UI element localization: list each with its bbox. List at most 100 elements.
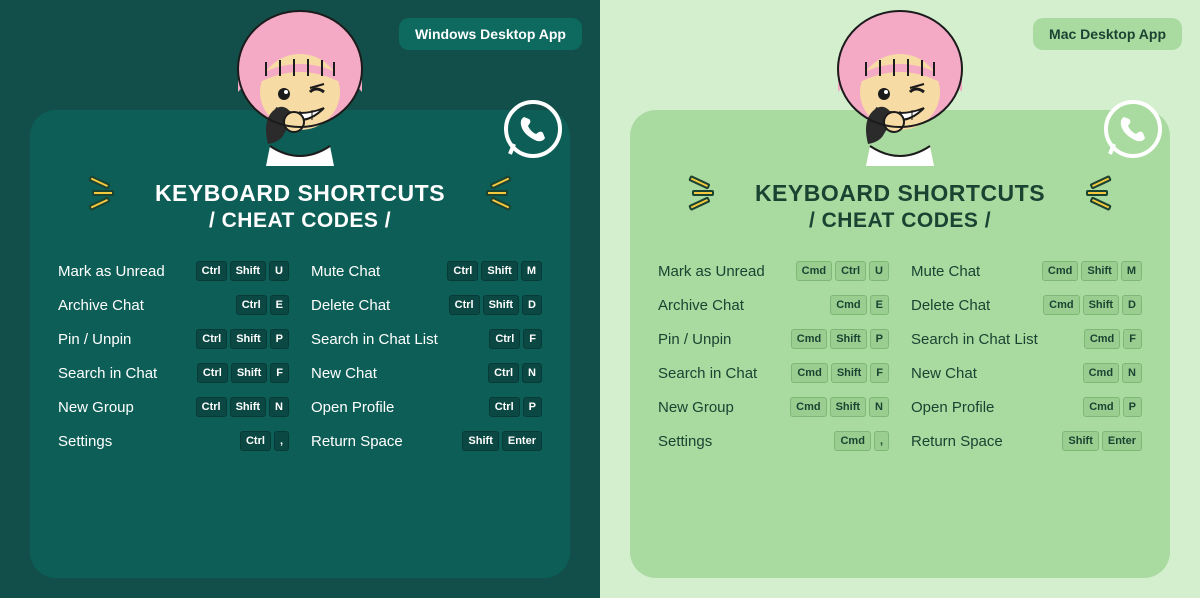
character-avatar: [810, 4, 990, 174]
shortcut-keys: CmdP: [1083, 397, 1142, 417]
shortcut-label: Archive Chat: [658, 297, 744, 314]
key-cap: U: [869, 261, 889, 281]
shortcut-keys: CtrlShiftU: [196, 261, 289, 281]
key-cap: Ctrl: [196, 329, 227, 349]
key-cap: Cmd: [834, 431, 870, 451]
key-cap: P: [1123, 397, 1142, 417]
panel-mac: Mac Desktop App: [600, 0, 1200, 598]
whatsapp-icon: [502, 98, 564, 160]
key-cap: Ctrl: [196, 397, 227, 417]
shortcut-card: KEYBOARD SHORTCUTS / CHEAT CODES / Mark …: [30, 110, 570, 578]
key-cap: Cmd: [791, 363, 827, 383]
shortcut-keys: Ctrl,: [240, 431, 289, 451]
shortcut-label: Search in Chat List: [311, 331, 438, 348]
key-cap: F: [270, 363, 289, 383]
shortcuts-grid: Mark as Unread CmdCtrlU Archive Chat CmdE Pi…: [658, 261, 1142, 465]
shortcut-row: New Chat CmdN: [911, 363, 1142, 383]
shortcut-label: Pin / Unpin: [658, 331, 731, 348]
shortcut-label: Mark as Unread: [658, 263, 765, 280]
shortcut-row: Return Space ShiftEnter: [311, 431, 542, 451]
shortcut-keys: CmdCtrlU: [796, 261, 889, 281]
platform-badge: Windows Desktop App: [399, 18, 582, 50]
shortcut-row: Search in Chat List CmdF: [911, 329, 1142, 349]
character-avatar: [210, 4, 390, 174]
key-cap: Shift: [462, 431, 498, 451]
shortcut-keys: CtrlShiftN: [196, 397, 289, 417]
key-cap: Cmd: [1042, 261, 1078, 281]
key-cap: N: [869, 397, 889, 417]
shortcut-keys: CtrlF: [489, 329, 542, 349]
title-line2: / CHEAT CODES /: [58, 209, 542, 233]
key-cap: D: [1122, 295, 1142, 315]
shortcut-label: Pin / Unpin: [58, 331, 131, 348]
key-cap: N: [522, 363, 542, 383]
key-cap: N: [1122, 363, 1142, 383]
shortcut-label: Settings: [658, 433, 712, 450]
shortcut-card: KEYBOARD SHORTCUTS / CHEAT CODES / Mark …: [630, 110, 1170, 578]
shortcut-row: Search in ChatCmdShiftF: [658, 363, 889, 383]
key-cap: D: [522, 295, 542, 315]
shortcut-label: Search in Chat List: [911, 331, 1038, 348]
shortcut-row: Search in Chat List CtrlF: [311, 329, 542, 349]
shortcut-row: Pin / UnpinCmdShiftP: [658, 329, 889, 349]
key-cap: Ctrl: [197, 363, 228, 383]
title-line1: KEYBOARD SHORTCUTS: [58, 180, 542, 207]
shortcut-label: Return Space: [911, 433, 1003, 450]
key-cap: Ctrl: [240, 431, 271, 451]
shortcut-row: Open ProfileCmdP: [911, 397, 1142, 417]
key-cap: Ctrl: [447, 261, 478, 281]
shortcut-label: Mute Chat: [911, 263, 980, 280]
key-cap: P: [270, 329, 289, 349]
shortcut-row: Archive ChatCtrlE: [58, 295, 289, 315]
key-cap: Shift: [230, 261, 266, 281]
key-cap: Ctrl: [236, 295, 267, 315]
shortcut-keys: CtrlShiftM: [447, 261, 542, 281]
key-cap: Cmd: [1083, 363, 1119, 383]
shortcut-row: Settings Cmd,: [658, 431, 889, 451]
shortcut-keys: Cmd,: [834, 431, 889, 451]
key-cap: Cmd: [1084, 329, 1120, 349]
key-cap: ,: [874, 431, 889, 451]
key-cap: Ctrl: [196, 261, 227, 281]
shortcut-label: Search in Chat: [658, 365, 757, 382]
shortcut-keys: CmdE: [830, 295, 889, 315]
key-cap: Cmd: [796, 261, 832, 281]
key-cap: Shift: [231, 363, 267, 383]
shortcut-keys: CmdShiftM: [1042, 261, 1142, 281]
shortcut-label: Settings: [58, 433, 112, 450]
title-line1: KEYBOARD SHORTCUTS: [658, 180, 1142, 207]
shortcut-row: Search in ChatCtrlShiftF: [58, 363, 289, 383]
shortcut-row: New ChatCtrlN: [311, 363, 542, 383]
shortcut-row: Delete ChatCtrlShiftD: [311, 295, 542, 315]
shortcut-label: New Group: [658, 399, 734, 416]
key-cap: Shift: [1062, 431, 1098, 451]
key-cap: Shift: [1081, 261, 1117, 281]
shortcut-keys: CmdF: [1084, 329, 1142, 349]
shortcut-row: New GroupCtrlShiftN: [58, 397, 289, 417]
shortcut-keys: CtrlN: [488, 363, 542, 383]
key-cap: Shift: [483, 295, 519, 315]
shortcut-row: New GroupCmdShiftN: [658, 397, 889, 417]
key-cap: Shift: [830, 329, 866, 349]
shortcut-keys: CtrlP: [489, 397, 542, 417]
sparkle-icon: [486, 178, 508, 208]
shortcut-keys: CtrlE: [236, 295, 289, 315]
shortcut-row: Mark as Unread CmdCtrlU: [658, 261, 889, 281]
key-cap: Shift: [1083, 295, 1119, 315]
shortcut-row: Archive Chat CmdE: [658, 295, 889, 315]
shortcut-label: New Chat: [911, 365, 977, 382]
key-cap: F: [523, 329, 542, 349]
key-cap: N: [269, 397, 289, 417]
title-line2: / CHEAT CODES /: [658, 209, 1142, 233]
shortcut-row: Open ProfileCtrlP: [311, 397, 542, 417]
key-cap: Cmd: [790, 397, 826, 417]
key-cap: Enter: [502, 431, 542, 451]
shortcut-keys: CtrlShiftP: [196, 329, 289, 349]
shortcut-label: Return Space: [311, 433, 403, 450]
key-cap: Enter: [1102, 431, 1142, 451]
shortcut-row: Pin / Unpin CtrlShiftP: [58, 329, 289, 349]
shortcut-keys: CtrlShiftF: [197, 363, 289, 383]
key-cap: Cmd: [791, 329, 827, 349]
shortcut-keys: CmdN: [1083, 363, 1142, 383]
shortcut-row: Mute Chat CmdShiftM: [911, 261, 1142, 281]
